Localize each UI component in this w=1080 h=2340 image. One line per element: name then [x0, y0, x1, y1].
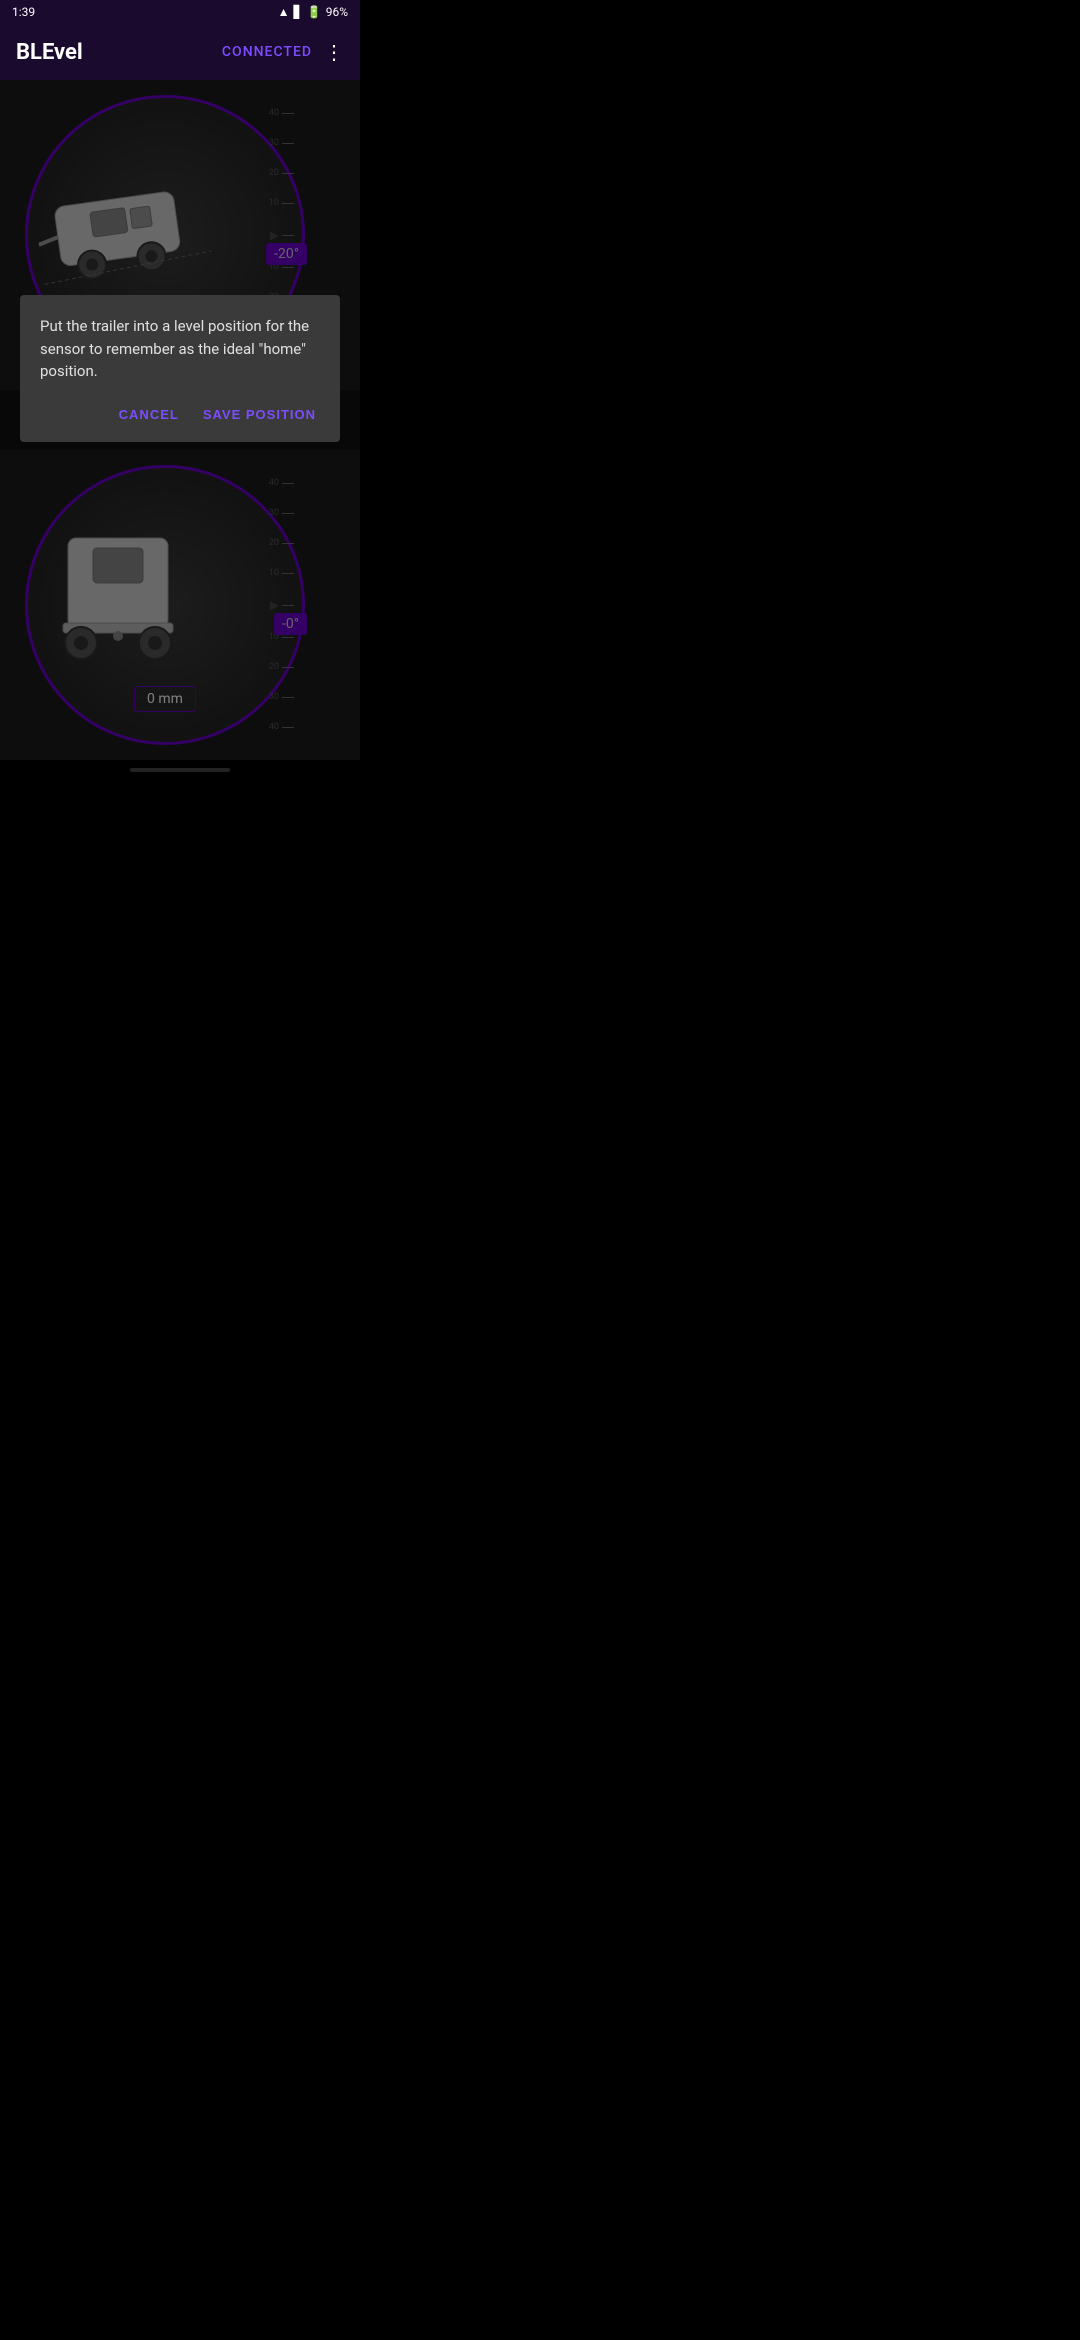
signal-icon: ▋	[294, 5, 303, 19]
cancel-button[interactable]: CANCEL	[115, 403, 183, 426]
app-bar: BLEvel CONNECTED ⋮	[0, 24, 360, 80]
battery-icon: 🔋	[307, 5, 322, 19]
status-time-area: 1:39	[12, 5, 35, 19]
app-bar-right: CONNECTED ⋮	[222, 40, 344, 64]
dialog: Put the trailer into a level position fo…	[20, 295, 340, 442]
wifi-icon: ▲	[278, 5, 290, 19]
status-bar: 1:39 ▲ ▋ 🔋 96%	[0, 0, 360, 24]
connection-status: CONNECTED	[222, 44, 312, 60]
menu-button[interactable]: ⋮	[324, 40, 344, 64]
battery-percent: 96%	[326, 5, 348, 19]
status-icons-area: ▲ ▋ 🔋 96%	[278, 5, 348, 19]
dialog-actions: CANCEL SAVE POSITION	[40, 403, 320, 426]
dialog-message: Put the trailer into a level position fo…	[40, 315, 320, 383]
dialog-overlay: Put the trailer into a level position fo…	[0, 80, 360, 780]
main-content: 40 30 20 10 ▶ 10 20 30 40 -20° Put the t…	[0, 80, 360, 780]
time-display: 1:39	[12, 5, 35, 19]
save-position-button[interactable]: SAVE POSITION	[199, 403, 320, 426]
app-title: BLEvel	[16, 40, 83, 65]
